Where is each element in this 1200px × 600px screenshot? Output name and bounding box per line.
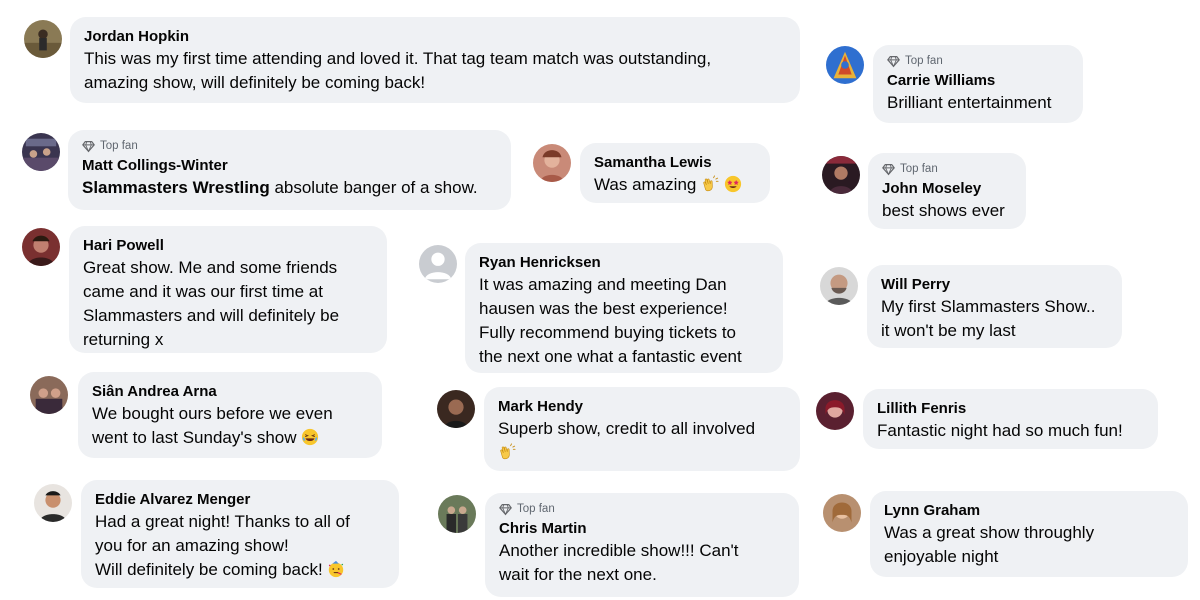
comment-text: Another incredible show!!! Can't wait fo… [499,541,739,584]
party-face-emoji [327,560,345,578]
top-fan-badge: Top fan [499,501,785,517]
commenter-name[interactable]: Lillith Fenris [877,399,1144,419]
comment-bubble: Lillith Fenris Fantastic night had so mu… [863,389,1158,449]
avatar[interactable] [820,267,858,305]
avatar[interactable] [438,495,476,533]
comment-text: This was my first time attending and lov… [84,49,712,92]
comment-text: Had a great night! Thanks to all of you … [95,510,385,582]
clapping-hands-emoji [701,175,719,193]
commenter-name[interactable]: Jordan Hopkin [84,27,786,47]
star-struck-emoji [724,175,742,193]
comment-body: Was amazing [594,175,702,194]
diamond-icon [887,55,900,68]
comment-text: My first Slammasters Show.. it won't be … [881,297,1096,340]
page-mention-link[interactable]: Slammasters Wrestling [82,178,270,197]
comment-body: Superb show, credit to all involved [498,419,756,438]
top-fan-badge: Top fan [82,138,497,154]
commenter-name[interactable]: Ryan Henricksen [479,253,769,273]
avatar[interactable] [22,228,60,266]
top-fan-label: Top fan [517,503,555,515]
top-fan-label: Top fan [905,55,943,67]
commenter-name[interactable]: Mark Hendy [498,397,786,417]
commenter-name[interactable]: Carrie Williams [887,71,1069,91]
comment-text: Slammasters Wrestling absolute banger of… [82,176,497,200]
laughing-emoji [301,428,319,446]
comment-bubble: Will Perry My first Slammasters Show.. i… [867,265,1122,348]
commenter-name[interactable]: Will Perry [881,275,1108,295]
commenter-name[interactable]: Hari Powell [83,236,373,256]
commenter-name[interactable]: Samantha Lewis [594,153,756,173]
avatar[interactable] [437,390,475,428]
comment-text: Brilliant entertainment [887,93,1052,112]
comment-text: Great show. Me and some friends came and… [83,258,340,349]
comment-bubble: Hari Powell Great show. Me and some frie… [69,226,387,353]
comment-bubble: Top fan Carrie Williams Brilliant entert… [873,45,1083,123]
comment-text: Was amazing [594,173,756,197]
comment-text: best shows ever [882,201,1005,220]
commenter-name[interactable]: Eddie Alvarez Menger [95,490,385,510]
avatar[interactable] [533,144,571,182]
avatar[interactable] [24,20,62,58]
comment-bubble: Eddie Alvarez Menger Had a great night! … [81,480,399,588]
avatar[interactable] [30,376,68,414]
comment-bubble: Top fan Chris Martin Another incredible … [485,493,799,597]
comment-body: We bought ours before we even went to la… [92,404,333,447]
comment-text: Superb show, credit to all involved [498,417,786,465]
avatar[interactable] [823,494,861,532]
comment-text: We bought ours before we even went to la… [92,402,368,450]
top-fan-badge: Top fan [887,53,1069,69]
commenter-name[interactable]: Chris Martin [499,519,785,539]
comment-bubble: Top fan John Moseley best shows ever [868,153,1026,229]
comment-bubble: Lynn Graham Was a great show throughly e… [870,491,1188,577]
comment-text: Was a great show throughly enjoyable nig… [884,523,1095,566]
avatar[interactable] [816,392,854,430]
avatar[interactable] [826,46,864,84]
comment-bubble: Top fan Matt Collings-Winter Slammasters… [68,130,511,210]
diamond-icon [882,163,895,176]
comment-bubble: Ryan Henricksen It was amazing and meeti… [465,243,783,373]
commenter-name[interactable]: Matt Collings-Winter [82,156,497,176]
avatar[interactable] [822,156,860,194]
top-fan-badge: Top fan [882,161,1012,177]
comment-body: Had a great night! Thanks to all of you … [95,512,350,579]
top-fan-label: Top fan [100,140,138,152]
comment-text: Fantastic night had so much fun! [877,421,1123,440]
diamond-icon [499,503,512,516]
comment-text: It was amazing and meeting Dan hausen wa… [479,275,742,366]
diamond-icon [82,140,95,153]
commenter-name[interactable]: John Moseley [882,179,1012,199]
comment-bubble: Siân Andrea Arna We bought ours before w… [78,372,382,458]
commenter-name[interactable]: Lynn Graham [884,501,1174,521]
avatar[interactable] [34,484,72,522]
commenter-name[interactable]: Siân Andrea Arna [92,382,368,402]
clapping-hands-emoji [498,443,516,461]
comment-bubble: Mark Hendy Superb show, credit to all in… [484,387,800,471]
comment-bubble: Jordan Hopkin This was my first time att… [70,17,800,103]
comment-bubble: Samantha Lewis Was amazing [580,143,770,203]
comment-body: absolute banger of a show. [269,178,478,197]
avatar[interactable] [22,133,60,171]
default-avatar-icon[interactable] [419,245,457,283]
top-fan-label: Top fan [900,163,938,175]
